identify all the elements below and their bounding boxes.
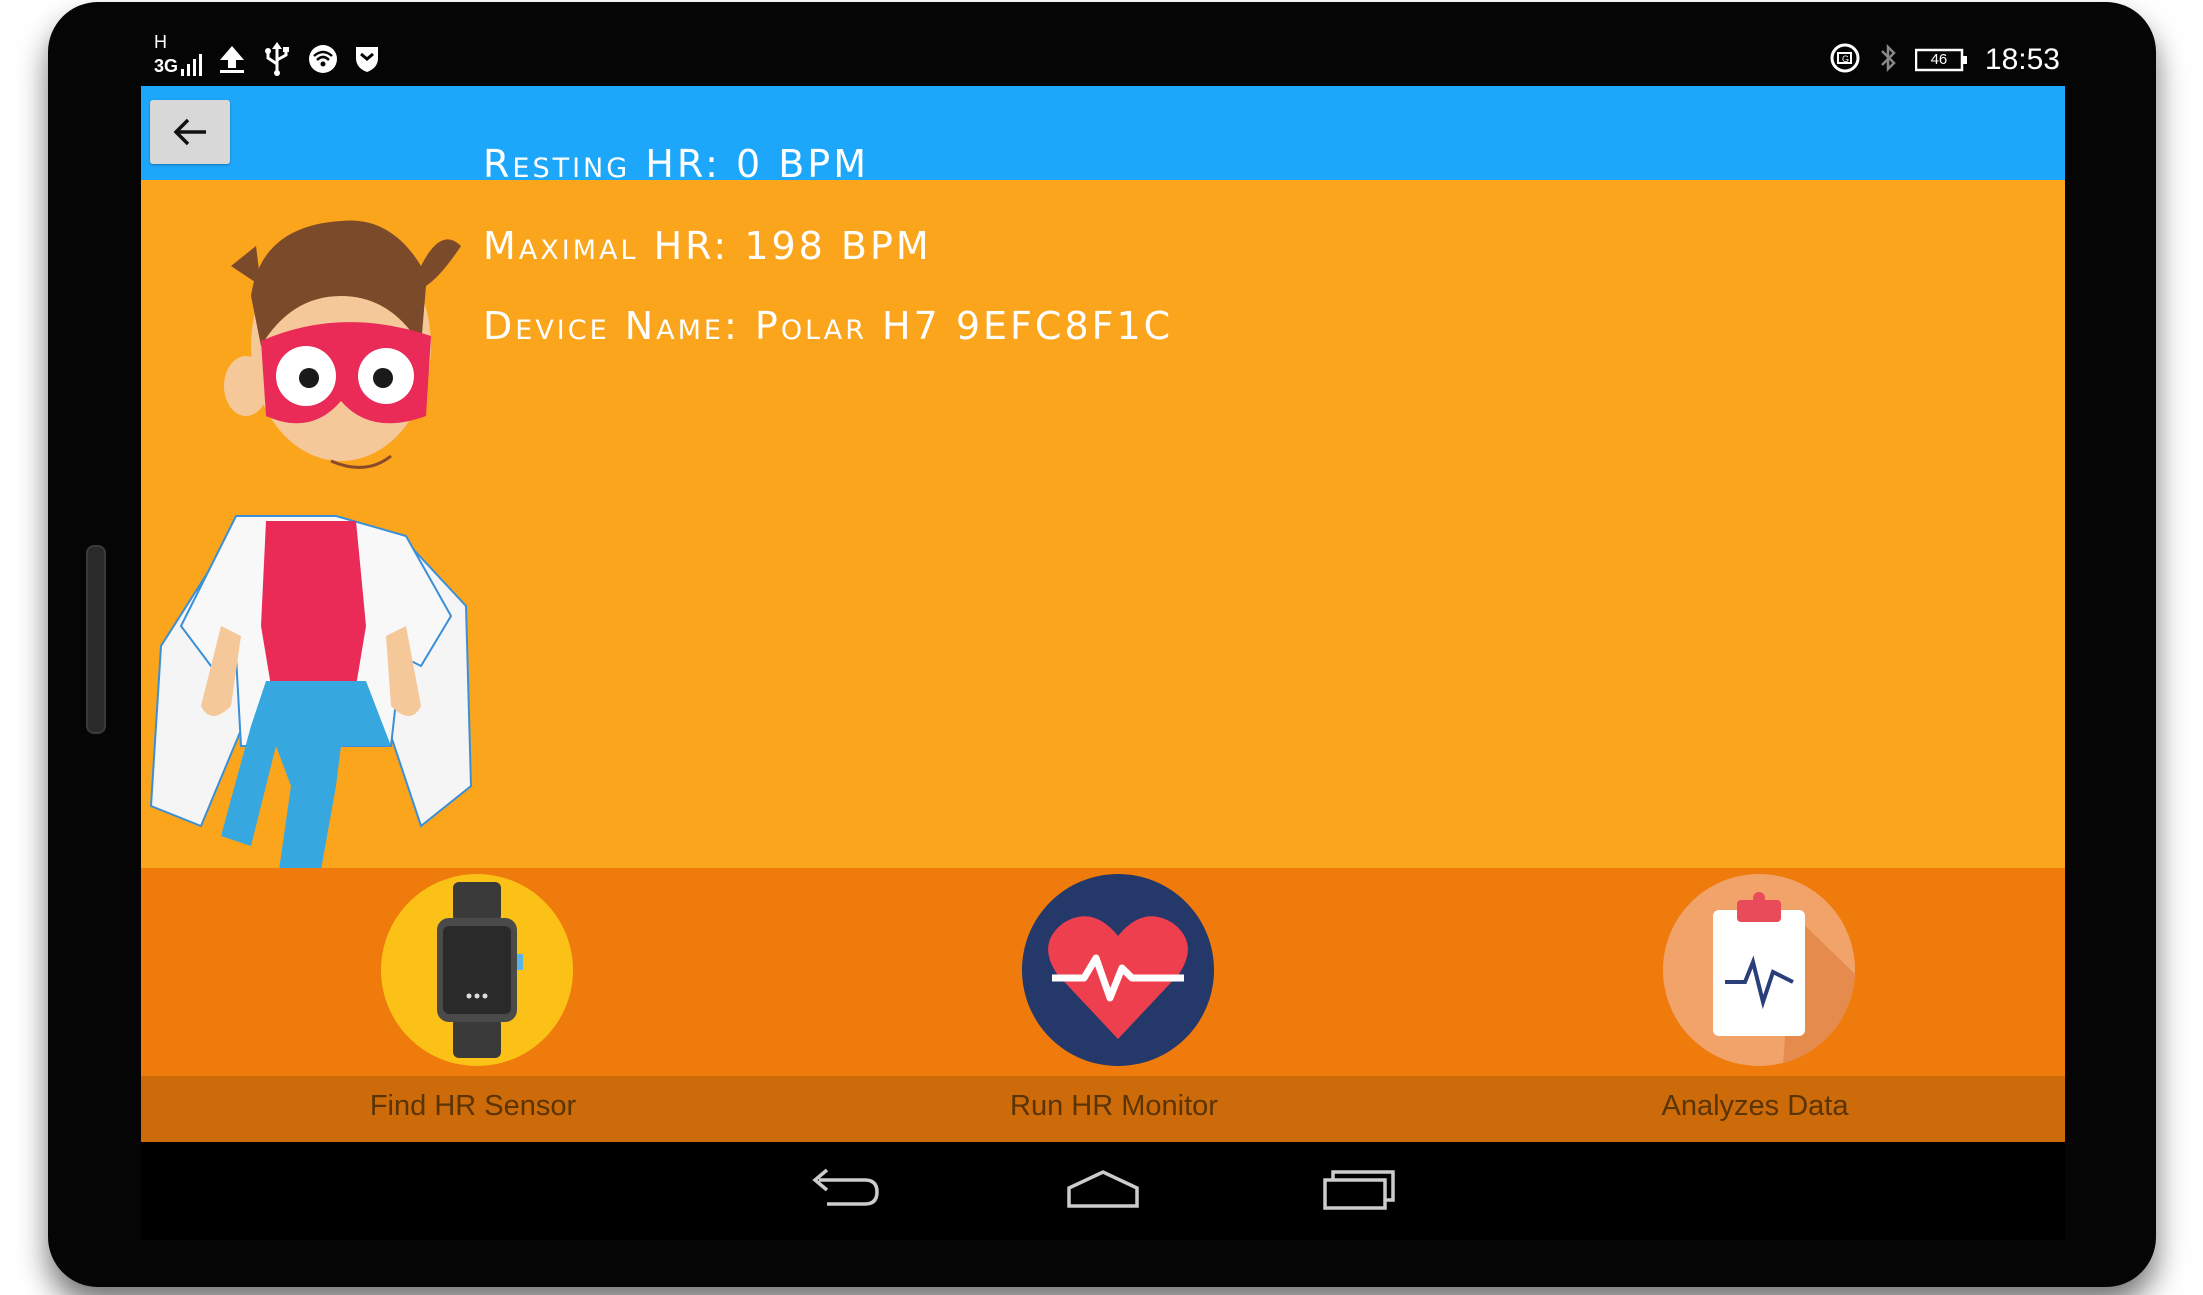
bluetooth-icon [1879,43,1897,77]
battery-icon: 46 [1914,48,1967,72]
data-saver-icon: G [1829,42,1861,78]
tablet-side-button [86,545,106,734]
resting-hr-line: Resting HR: 0 BPM [483,142,869,186]
run-hr-monitor-label: Run HR Monitor [1010,1090,1218,1122]
maximal-hr-value: 198 BPM [744,224,932,268]
clock: 18:53 [1984,43,2060,76]
recents-nav-icon[interactable] [1321,1168,1397,1214]
device-name-value: Polar H7 9EFC8F1C [754,304,1174,348]
superhero-mascot-image [149,220,473,944]
back-button[interactable] [150,100,230,164]
maximal-hr-line: Maximal HR: 198 BPM [483,224,932,268]
system-nav-bar [141,1142,2065,1240]
analyzes-data-button[interactable]: Analyzes Data [1645,874,1865,1136]
arrow-left-icon [173,118,206,146]
signal-icon: H 3G [154,32,203,77]
run-hr-monitor-button[interactable]: Run HR Monitor [1004,874,1224,1136]
clipboard-chart-icon [1663,874,1855,1066]
usb-icon [262,42,292,80]
analyzes-data-label: Analyzes Data [1661,1090,1849,1122]
shield-icon [354,44,380,78]
find-hr-sensor-label: Find HR Sensor [369,1090,577,1122]
app-screen: Resting HR: 0 BPM Maximal HR: 198 BPM De… [141,86,2065,1142]
device-name-label: Device Name: [483,304,740,348]
device-name-line: Device Name: Polar H7 9EFC8F1C [483,304,1173,348]
battery-level: 46 [1930,51,1948,68]
network-letter: H [154,31,167,52]
svg-text:G: G [1842,54,1849,64]
wifi-icon [308,44,338,78]
back-nav-icon[interactable] [809,1168,881,1214]
maximal-hr-label: Maximal HR: [483,224,730,268]
upload-icon [218,44,246,78]
find-hr-sensor-button[interactable]: Find HR Sensor [363,874,583,1136]
heart-pulse-icon [1022,874,1214,1066]
smartwatch-icon [381,874,573,1066]
home-nav-icon[interactable] [1065,1168,1141,1214]
status-bar: H 3G G 46 18:53 [140,32,2060,86]
app-bar [141,86,2065,180]
signal-type: 3G [154,55,179,76]
resting-hr-label: Resting HR: [483,142,721,186]
resting-hr-value: 0 BPM [735,142,869,186]
